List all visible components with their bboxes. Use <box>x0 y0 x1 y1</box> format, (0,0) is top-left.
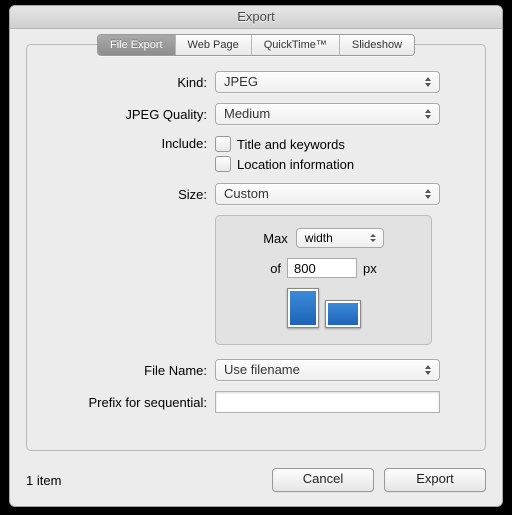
include-title-checkbox[interactable] <box>215 136 231 152</box>
landscape-thumb[interactable] <box>325 300 361 328</box>
dimension-mode-select[interactable]: width <box>296 228 384 248</box>
thumbnail-image-icon <box>328 303 358 325</box>
updown-arrow-icon <box>367 230 380 246</box>
tab-quicktime[interactable]: QuickTime™ <box>251 35 339 55</box>
thumbnail-image-icon <box>290 291 316 325</box>
updown-arrow-icon <box>421 186 435 202</box>
size-select[interactable]: Custom <box>215 183 440 205</box>
include-label: Include: <box>27 135 215 151</box>
tab-web-page[interactable]: Web Page <box>175 35 251 55</box>
max-label: Max <box>263 231 288 246</box>
item-count: 1 item <box>26 473 262 488</box>
cancel-button[interactable]: Cancel <box>272 468 374 492</box>
kind-label: Kind: <box>27 75 215 90</box>
updown-arrow-icon <box>421 74 435 90</box>
custom-size-box: Max width of 800 px <box>215 215 432 345</box>
include-title-text: Title and keywords <box>237 137 345 152</box>
footer: 1 item Cancel Export <box>26 468 486 492</box>
px-label: px <box>363 261 377 276</box>
orientation-thumbnails <box>226 288 421 328</box>
include-location-checkbox[interactable] <box>215 156 231 172</box>
tab-file-export[interactable]: File Export <box>98 35 175 55</box>
prefix-label: Prefix for sequential: <box>27 395 215 410</box>
tab-slideshow[interactable]: Slideshow <box>339 35 414 55</box>
export-window: Export File Export Web Page QuickTime™ S… <box>9 5 503 507</box>
main-panel: File Export Web Page QuickTime™ Slidesho… <box>26 44 486 451</box>
prefix-input[interactable] <box>215 391 440 413</box>
tab-bar: File Export Web Page QuickTime™ Slidesho… <box>27 34 485 56</box>
window-titlebar: Export <box>10 6 502 29</box>
of-label: of <box>270 261 281 276</box>
portrait-thumb[interactable] <box>287 288 319 328</box>
file-name-select[interactable]: Use filename <box>215 359 440 381</box>
jpeg-quality-select[interactable]: Medium <box>215 103 440 125</box>
include-location-text: Location information <box>237 157 354 172</box>
dimension-value-input[interactable]: 800 <box>287 258 357 278</box>
size-label: Size: <box>27 187 215 202</box>
updown-arrow-icon <box>421 106 435 122</box>
file-name-label: File Name: <box>27 363 215 378</box>
updown-arrow-icon <box>421 362 435 378</box>
export-button[interactable]: Export <box>384 468 486 492</box>
window-title: Export <box>237 9 275 24</box>
form: Kind: JPEG JPEG Quality: Medium <box>27 71 485 423</box>
kind-select[interactable]: JPEG <box>215 71 440 93</box>
jpeg-quality-label: JPEG Quality: <box>27 107 215 122</box>
